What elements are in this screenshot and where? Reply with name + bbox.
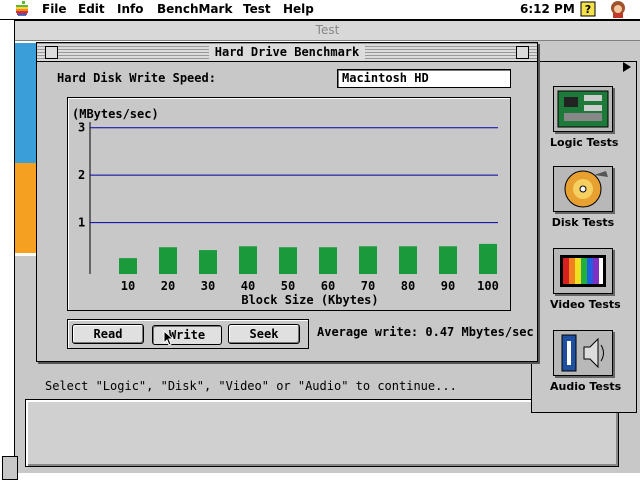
video-tests-button[interactable]: Video Tests bbox=[550, 248, 621, 311]
x-tick-label: 50 bbox=[281, 279, 295, 293]
x-tick-label: 70 bbox=[361, 279, 375, 293]
average-write-text: Average write: 0.47 Mbytes/sec bbox=[317, 325, 534, 339]
menu-bar: File Edit Info BenchMark Test Help 6:12 … bbox=[0, 0, 640, 20]
x-tick-label: 10 bbox=[121, 279, 135, 293]
chart-frame: (MBytes/sec) 1 2 3 10 20 30 40 50 60 70 80 90 100 Bloc… bbox=[67, 97, 511, 311]
x-axis-label: Block Size (Kbytes) bbox=[241, 293, 378, 307]
svg-text:?: ? bbox=[585, 3, 591, 16]
x-tick-label: 90 bbox=[441, 279, 455, 293]
instruction-text: Select "Logic", "Disk", "Video" or "Audi… bbox=[45, 379, 457, 393]
logic-board-icon bbox=[553, 86, 613, 132]
bar bbox=[439, 246, 457, 274]
x-tick-label: 40 bbox=[241, 279, 255, 293]
tests-panel: Logic Tests Disk Tests Video Tests Audio… bbox=[531, 61, 637, 413]
mouse-pointer-icon bbox=[163, 330, 175, 346]
write-speed-chart: (MBytes/sec) 1 2 3 10 20 30 40 50 60 70 80 90 100 Bloc… bbox=[72, 107, 499, 307]
y-tick-label: 2 bbox=[78, 168, 85, 182]
x-tick-label: 80 bbox=[401, 279, 415, 293]
bar bbox=[239, 246, 257, 274]
blue-graphic bbox=[15, 43, 37, 163]
video-icon bbox=[553, 248, 613, 294]
dialog-title-wrap: Hard Drive Benchmark bbox=[37, 43, 537, 61]
help-balloon-icon[interactable]: ? bbox=[580, 1, 596, 17]
benchmark-dialog: Hard Drive Benchmark Hard Disk Write Spe… bbox=[36, 42, 538, 362]
application-menu-icon[interactable] bbox=[609, 0, 627, 18]
bar bbox=[119, 258, 137, 274]
menu-file[interactable]: File bbox=[42, 2, 67, 16]
dialog-title: Hard Drive Benchmark bbox=[208, 45, 366, 59]
audio-tests-label: Audio Tests bbox=[550, 380, 622, 393]
menu-help[interactable]: Help bbox=[283, 2, 314, 16]
y-tick-label: 3 bbox=[78, 121, 85, 135]
apple-menu-icon[interactable] bbox=[14, 1, 30, 17]
menu-benchmark[interactable]: BenchMark bbox=[157, 2, 232, 16]
x-tick-label: 30 bbox=[201, 279, 215, 293]
test-button-group: Read Write Seek bbox=[67, 319, 309, 349]
test-window-titlebar[interactable]: Test bbox=[15, 21, 640, 41]
x-tick-label: 100 bbox=[477, 279, 499, 293]
menu-edit[interactable]: Edit bbox=[78, 2, 105, 16]
y-axis-label: (MBytes/sec) bbox=[72, 107, 159, 121]
orange-graphic bbox=[15, 163, 37, 253]
seek-button[interactable]: Seek bbox=[228, 324, 300, 344]
y-tick-label: 1 bbox=[78, 216, 85, 230]
scroll-arrow-icon[interactable] bbox=[623, 61, 631, 72]
menu-info[interactable]: Info bbox=[117, 2, 143, 16]
menubar-clock: 6:12 PM bbox=[520, 2, 575, 16]
test-window-title: Test bbox=[315, 23, 340, 37]
x-tick-label: 60 bbox=[321, 279, 335, 293]
disk-tests-button[interactable]: Disk Tests bbox=[550, 166, 616, 229]
audio-icon bbox=[553, 330, 613, 376]
bar bbox=[319, 247, 337, 274]
bar bbox=[279, 247, 297, 274]
x-tick-label: 20 bbox=[161, 279, 175, 293]
bar bbox=[199, 250, 217, 274]
video-tests-label: Video Tests bbox=[550, 298, 621, 311]
logic-tests-button[interactable]: Logic Tests bbox=[550, 86, 619, 149]
drive-name-value: Macintosh HD bbox=[342, 71, 429, 85]
close-box-icon[interactable] bbox=[45, 46, 58, 59]
drive-name-field[interactable]: Macintosh HD bbox=[337, 69, 511, 88]
status-box bbox=[25, 399, 619, 467]
bar bbox=[359, 246, 377, 274]
menu-test[interactable]: Test bbox=[243, 2, 271, 16]
speed-label: Hard Disk Write Speed: bbox=[57, 71, 216, 85]
disk-tests-label: Disk Tests bbox=[551, 216, 615, 229]
bar bbox=[159, 247, 177, 274]
resize-handle-icon[interactable] bbox=[2, 456, 18, 480]
audio-tests-button[interactable]: Audio Tests bbox=[550, 330, 622, 393]
disk-icon bbox=[553, 166, 613, 212]
bar bbox=[399, 246, 417, 274]
logic-tests-label: Logic Tests bbox=[550, 136, 619, 149]
zoom-box-icon[interactable] bbox=[516, 46, 529, 59]
bar bbox=[479, 243, 497, 274]
read-button[interactable]: Read bbox=[72, 324, 144, 344]
